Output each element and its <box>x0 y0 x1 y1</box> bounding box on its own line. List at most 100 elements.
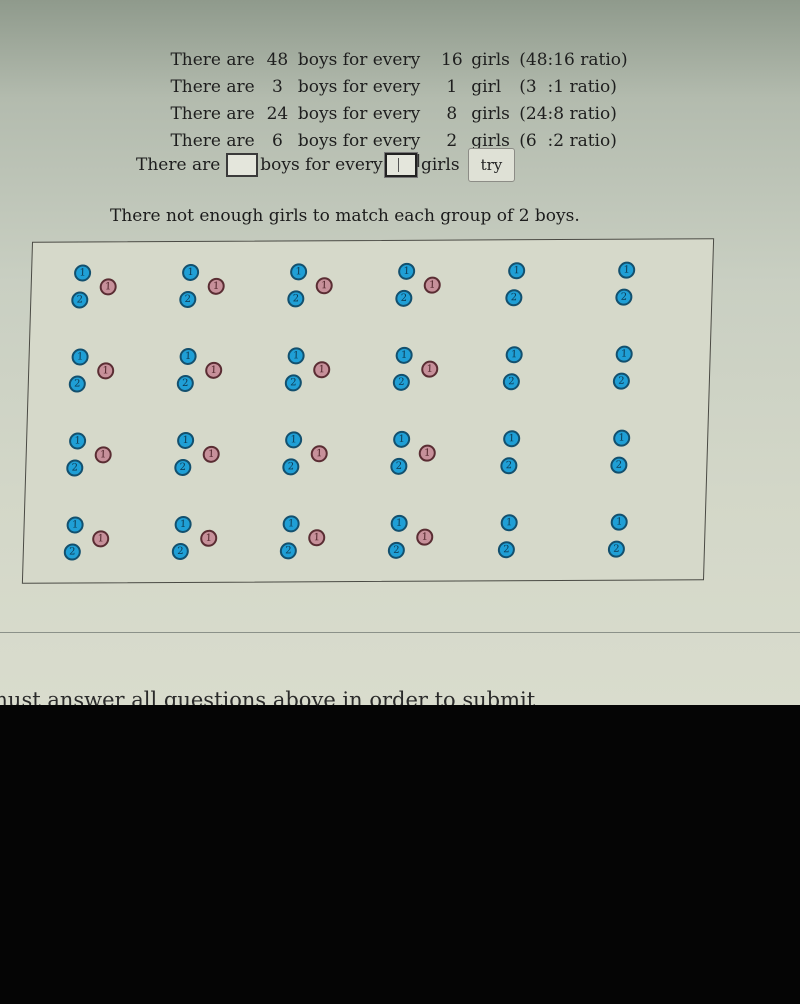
boy-circle: 2 <box>505 289 523 307</box>
boy-circle: 1 <box>612 429 631 447</box>
boy-circle: 2 <box>179 290 197 309</box>
boy-circle: 1 <box>284 431 303 449</box>
boy-group: 121 <box>287 263 351 323</box>
boy-circle: 1 <box>615 345 633 363</box>
boy-circle: 2 <box>497 541 516 559</box>
boy-circle: 2 <box>284 374 303 392</box>
boy-circle: 2 <box>174 458 192 477</box>
page: There are 48 boys for every 16 girls (48:16… <box>0 0 800 712</box>
ratio-text: (6 :2 ratio) <box>519 131 617 151</box>
boy-group: 121 <box>390 430 454 491</box>
boys-count: 24 <box>266 104 289 124</box>
answer-row: There are boys for every I girls try <box>136 148 516 182</box>
girl-circle: 1 <box>310 445 328 463</box>
girl-circle: 1 <box>202 445 220 463</box>
boy-circle: 1 <box>617 261 636 279</box>
boy-circle: 1 <box>287 347 305 365</box>
prefix: There are <box>170 104 255 124</box>
boy-circle: 2 <box>612 372 631 390</box>
boy-circle: 1 <box>179 347 197 365</box>
girl-circle: 1 <box>204 361 223 379</box>
boys-count: 3 <box>272 77 283 97</box>
boy-circle: 1 <box>395 346 413 364</box>
girl-circle: 1 <box>207 277 225 295</box>
boys-input[interactable] <box>226 153 259 177</box>
ratio-statements: There are 48 boys for every 16 girls (48:16… <box>138 20 627 151</box>
boy-circle: 1 <box>610 513 628 531</box>
boy-group: 12 <box>505 262 569 322</box>
boy-group: 121 <box>387 514 451 575</box>
girls-count: 1 <box>446 77 458 97</box>
boy-circle: 2 <box>502 373 521 391</box>
girl-circle: 1 <box>312 361 331 379</box>
girl-circle: 1 <box>94 446 112 464</box>
boy-circle: 2 <box>68 375 87 393</box>
middle-text: boys for every <box>297 77 421 97</box>
feedback-message: There not enough girls to match each gro… <box>110 206 580 226</box>
text-caret <box>397 158 399 172</box>
boy-circle: 1 <box>73 264 92 282</box>
unit: girls <box>471 104 510 124</box>
boy-group: 121 <box>179 263 243 324</box>
boy-circle: 1 <box>505 346 523 364</box>
boy-circle: 1 <box>507 262 526 280</box>
girl-circle: 1 <box>96 362 115 380</box>
unit: girls <box>471 50 510 70</box>
boy-group: 121 <box>395 262 459 323</box>
boy-circle: 1 <box>71 348 89 366</box>
boy-group: 12 <box>502 346 566 406</box>
boy-group: 121 <box>176 347 240 408</box>
boy-group: 121 <box>279 515 343 575</box>
boy-circle: 2 <box>500 457 518 475</box>
prefix: There are <box>170 50 255 70</box>
boy-circle: 2 <box>171 542 190 561</box>
girl-circle: 1 <box>315 277 333 295</box>
middle-text: boys for every <box>297 104 421 124</box>
try-button[interactable]: try <box>467 148 516 182</box>
boy-group: 12 <box>607 513 671 573</box>
divider <box>0 632 800 633</box>
boy-group: 121 <box>392 346 456 407</box>
boy-circle: 1 <box>181 263 200 281</box>
boy-group: 12 <box>610 429 674 489</box>
boy-group: 121 <box>66 432 130 492</box>
answer-suffix: girls <box>420 155 460 175</box>
unit: girl <box>471 77 502 97</box>
boy-circle: 1 <box>68 432 87 450</box>
boy-circle: 1 <box>282 515 300 533</box>
boys-count: 48 <box>266 50 289 70</box>
boy-circle: 1 <box>502 430 521 448</box>
answer-middle: boys for every <box>260 155 383 175</box>
girl-circle: 1 <box>199 529 218 547</box>
answer-prefix: There are <box>136 155 221 175</box>
boy-circle: 2 <box>387 541 406 559</box>
boy-circle: 2 <box>287 290 305 308</box>
girl-circle: 1 <box>99 278 117 296</box>
girl-circle: 1 <box>307 529 326 547</box>
boy-circle: 1 <box>66 516 84 534</box>
prefix: There are <box>170 77 255 97</box>
boy-group: 121 <box>174 431 238 492</box>
girls-input[interactable] <box>384 153 417 177</box>
girl-circle: 1 <box>420 360 439 378</box>
boy-circle: 2 <box>615 288 633 306</box>
boy-group: 12 <box>497 514 561 574</box>
boy-circle: 2 <box>282 458 300 476</box>
boy-group: 121 <box>68 348 132 408</box>
boy-circle: 2 <box>71 291 89 309</box>
boy-circle: 2 <box>176 374 195 393</box>
ratio-row: There are 48 boys for every 16 girls (48:16… <box>138 20 627 70</box>
ibeam-cursor-icon: I <box>415 150 421 172</box>
boy-circle: 2 <box>279 542 298 560</box>
black-overlay <box>0 705 800 1004</box>
ratio-text: (48:16 ratio) <box>519 50 628 70</box>
girl-circle: 1 <box>91 530 110 548</box>
boy-circle: 1 <box>390 514 408 532</box>
girls-count: 8 <box>446 104 458 124</box>
boy-circle: 2 <box>607 540 626 558</box>
girl-circle: 1 <box>418 444 437 462</box>
boy-circle: 1 <box>500 514 518 532</box>
boy-circle: 1 <box>392 430 411 448</box>
boy-circle: 1 <box>176 431 195 449</box>
boy-circle: 1 <box>289 263 308 281</box>
